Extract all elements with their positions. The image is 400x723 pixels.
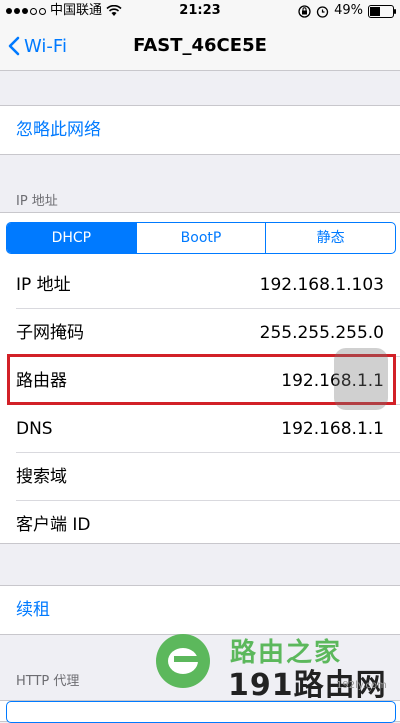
alarm-clock-icon <box>316 5 329 18</box>
renew-lease-label: 续租 <box>16 600 50 620</box>
dns-value: 192.168.1.1 <box>281 419 384 439</box>
renew-lease-group: 续租 <box>0 585 400 635</box>
segment-dhcp[interactable]: DHCP <box>7 223 137 253</box>
page-title: FAST_46CE5E <box>133 35 267 56</box>
renew-lease-button[interactable]: 续租 <box>0 586 400 634</box>
battery-percent: 49% <box>334 3 363 18</box>
client-id-row[interactable]: 客户端 ID <box>0 501 400 549</box>
forget-network-label: 忽略此网络 <box>16 120 101 140</box>
dns-label: DNS <box>16 419 53 439</box>
forget-network-group: 忽略此网络 <box>0 105 400 155</box>
ip-address-row: IP 地址 192.168.1.103 <box>0 261 400 309</box>
touch-indicator <box>334 348 388 410</box>
ip-mode-segmented-control[interactable]: DHCP BootP 静态 <box>6 222 396 254</box>
http-proxy-segmented-control[interactable] <box>6 701 396 723</box>
ip-address-label: IP 地址 <box>16 275 71 295</box>
search-domains-label: 搜索域 <box>16 467 67 487</box>
segment-bootp[interactable]: BootP <box>137 223 267 253</box>
http-proxy-header: HTTP 代理 <box>16 674 80 689</box>
subnet-mask-label: 子网掩码 <box>16 323 84 343</box>
watermark-logo: 路由之家 191路由网 192ly.com <box>150 630 400 703</box>
watermark-text-3: 192ly.com <box>336 680 387 691</box>
dns-row[interactable]: DNS 192.168.1.1 <box>0 405 400 453</box>
navigation-bar: Wi-Fi FAST_46CE5E <box>0 22 400 71</box>
rotation-lock-icon <box>298 4 311 18</box>
status-bar: 中国联通 21:23 49% <box>0 0 400 22</box>
ip-address-value: 192.168.1.103 <box>259 275 384 295</box>
client-id-label: 客户端 ID <box>16 515 91 535</box>
forget-network-button[interactable]: 忽略此网络 <box>0 106 400 154</box>
battery-icon <box>368 4 396 18</box>
ip-section-header: IP 地址 <box>16 194 58 209</box>
search-domains-row[interactable]: 搜索域 <box>0 453 400 501</box>
status-right: 49% <box>298 0 396 22</box>
watermark-emblem-icon <box>156 634 210 688</box>
segment-static[interactable]: 静态 <box>266 223 395 253</box>
